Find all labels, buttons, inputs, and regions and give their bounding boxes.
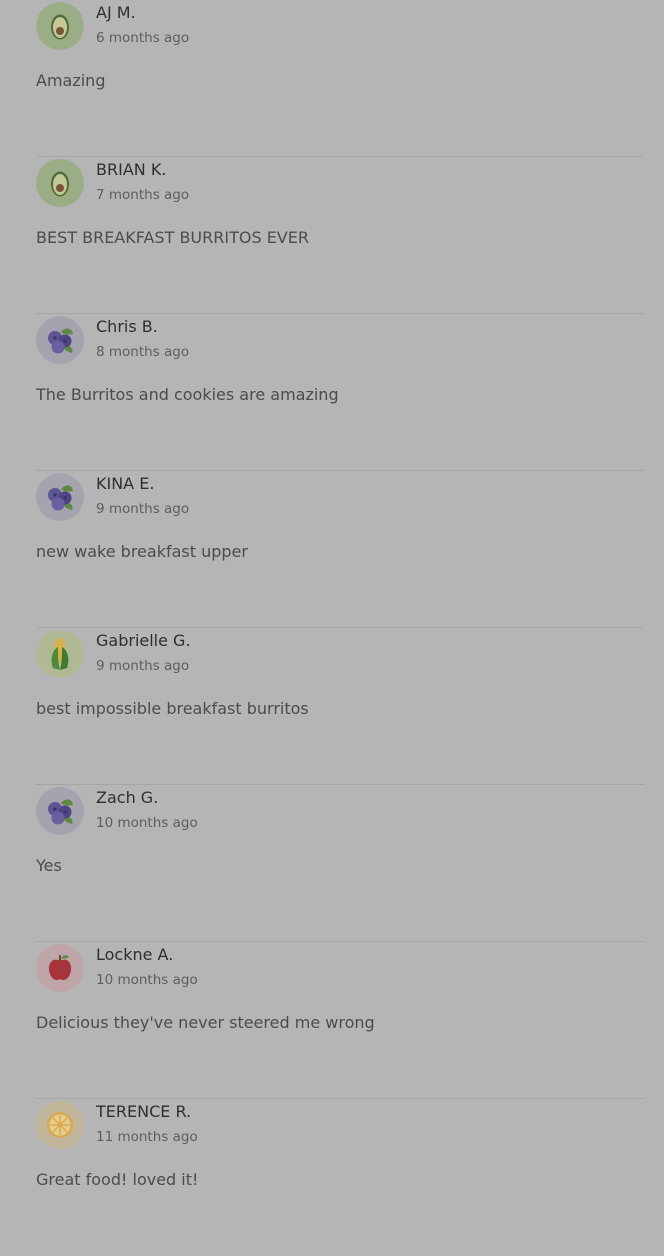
review-text: BEST BREAKFAST BURRITOS EVER (36, 228, 309, 247)
review-item: Lockne A. 10 months ago Delicious they'v… (36, 942, 644, 1099)
review-text: new wake breakfast upper (36, 542, 248, 561)
review-text: Amazing (36, 71, 106, 90)
reviewer-name: Chris B. (96, 317, 158, 336)
review-text: Great food! loved it! (36, 1170, 199, 1189)
apple-icon (36, 944, 84, 992)
avocado-icon (36, 159, 84, 207)
review-item: TERENCE R. 11 months ago Great food! lov… (36, 1099, 644, 1256)
review-time: 10 months ago (96, 815, 198, 831)
review-item: Chris B. 8 months ago The Burritos and c… (36, 314, 644, 471)
review-time: 9 months ago (96, 658, 190, 674)
blueberry-icon (36, 316, 84, 364)
review-list: AJ M. 6 months ago Amazing BRIAN K. 7 mo… (36, 0, 644, 1256)
review-item: KINA E. 9 months ago new wake breakfast … (36, 471, 644, 628)
reviewer-name: BRIAN K. (96, 160, 167, 179)
review-text: best impossible breakfast burritos (36, 699, 309, 718)
review-time: 10 months ago (96, 972, 198, 988)
reviewer-name: KINA E. (96, 474, 155, 493)
avocado-icon (36, 2, 84, 50)
review-text: Yes (36, 856, 62, 875)
review-time: 6 months ago (96, 30, 190, 46)
review-item: Zach G. 10 months ago Yes (36, 785, 644, 942)
review-time: 9 months ago (96, 501, 190, 517)
review-time: 8 months ago (96, 344, 190, 360)
review-text: The Burritos and cookies are amazing (36, 385, 339, 404)
review-text: Delicious they've never steered me wrong (36, 1013, 375, 1032)
review-item: AJ M. 6 months ago Amazing (36, 0, 644, 157)
blueberry-icon (36, 787, 84, 835)
reviewer-name: Gabrielle G. (96, 631, 191, 650)
corn-icon (36, 630, 84, 678)
citrus-icon (36, 1101, 84, 1149)
review-time: 7 months ago (96, 187, 190, 203)
reviewer-name: Zach G. (96, 788, 159, 807)
reviewer-name: TERENCE R. (96, 1102, 192, 1121)
review-time: 11 months ago (96, 1129, 198, 1145)
reviewer-name: Lockne A. (96, 945, 174, 964)
blueberry-icon (36, 473, 84, 521)
review-item: Gabrielle G. 9 months ago best impossibl… (36, 628, 644, 785)
reviewer-name: AJ M. (96, 3, 136, 22)
review-item: BRIAN K. 7 months ago BEST BREAKFAST BUR… (36, 157, 644, 314)
